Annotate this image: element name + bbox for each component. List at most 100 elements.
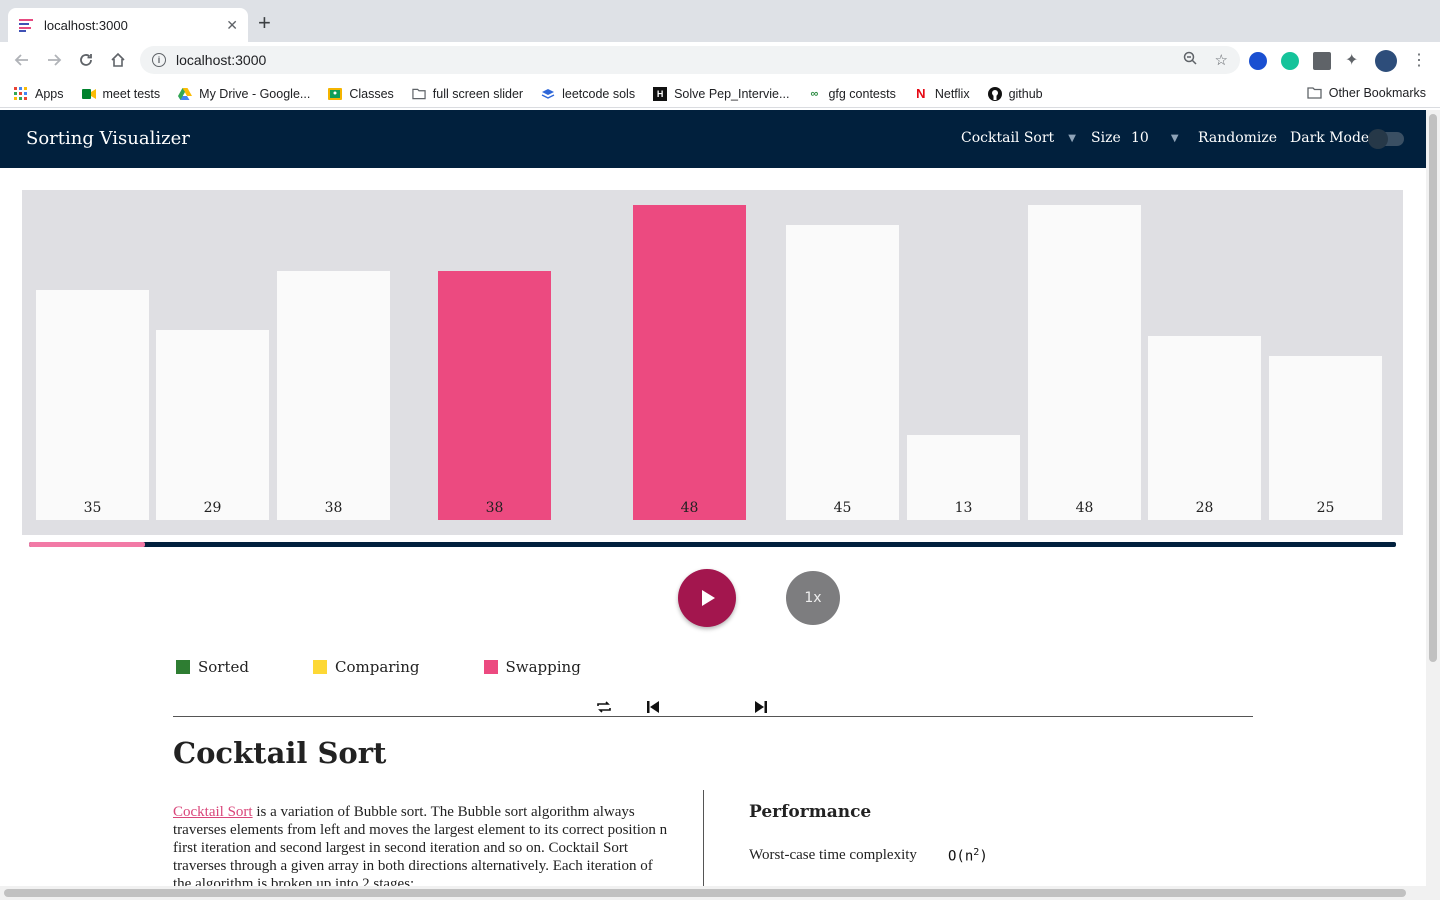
array-bar: 38 (438, 271, 551, 520)
bookmark-my-drive[interactable]: My Drive - Google... (178, 87, 310, 101)
repeat-icon[interactable] (594, 697, 614, 717)
reload-icon[interactable] (76, 50, 96, 70)
dark-mode-toggle[interactable] (1368, 129, 1404, 149)
back-icon[interactable] (12, 50, 32, 70)
legend-swatch (312, 660, 327, 674)
scrollbar-thumb[interactable] (1429, 114, 1437, 662)
bookmark-label: My Drive - Google... (199, 86, 311, 101)
bookmark-solve-pep[interactable]: H Solve Pep_Intervie... (653, 86, 790, 101)
array-bar: 48 (633, 205, 746, 520)
bar-value-label: 25 (1316, 500, 1335, 516)
bookmark-label: Apps (35, 86, 64, 101)
bookmark-apps[interactable]: Apps (14, 86, 64, 101)
bookmark-other[interactable]: Other Bookmarks (1307, 86, 1426, 100)
size-select-value: 10 (1131, 130, 1149, 146)
github-icon (987, 86, 1002, 101)
algorithm-heading: Cocktail Sort (173, 736, 387, 770)
array-bar: 28 (1148, 336, 1261, 520)
bookmark-full-screen-slider[interactable]: full screen slider (412, 87, 523, 101)
app-root: Sorting Visualizer Cocktail Sort ▼ Size … (0, 110, 1426, 886)
bookmark-label: full screen slider (432, 86, 524, 101)
bookmark-classes[interactable]: Classes (328, 86, 394, 101)
play-button[interactable] (678, 569, 736, 627)
scrollbar-thumb[interactable] (4, 889, 1406, 897)
legend-item-comparing: Comparing (312, 658, 420, 676)
algorithm-select-value: Cocktail Sort (961, 130, 1055, 146)
folder-icon (1307, 87, 1322, 99)
bar-value-label: 45 (833, 500, 852, 516)
array-bar: 48 (1028, 205, 1141, 520)
browser-menu-icon[interactable]: ⋮ (1411, 52, 1429, 70)
address-bar[interactable]: i localhost:3000 ☆ (140, 46, 1240, 74)
bookmark-meet-tests[interactable]: meet tests (81, 86, 161, 101)
progress-slider[interactable] (29, 542, 1396, 547)
array-bar: 13 (907, 435, 1020, 520)
play-icon (702, 590, 715, 606)
bookmark-label: Classes (349, 86, 394, 101)
profile-avatar[interactable] (1375, 50, 1397, 72)
bar-value-label: 38 (485, 500, 504, 516)
site-info-icon[interactable]: i (152, 53, 166, 67)
forward-icon[interactable] (44, 50, 64, 70)
browser-toolbar: i localhost:3000 ☆ ✦ ⋮ (0, 42, 1440, 78)
new-tab-icon[interactable]: + (258, 12, 271, 34)
bar-value-label: 35 (83, 500, 102, 516)
bookmark-gfg-contests[interactable]: ∞ gfg contests (807, 87, 896, 101)
bookmark-star-icon[interactable]: ☆ (1215, 51, 1228, 69)
bookmark-label: Netflix (934, 86, 970, 101)
legend-item-swapping: Swapping (483, 658, 581, 676)
bars-chart: 35 29 38 38 48 45 13 48 28 25 (22, 190, 1403, 535)
hackerrank-icon: H (653, 86, 668, 101)
section-divider (173, 716, 1253, 717)
legend-label: Swapping (505, 658, 581, 676)
grammarly-icon[interactable] (1281, 52, 1299, 70)
bar-value-label: 13 (954, 500, 973, 516)
algorithm-link[interactable]: Cocktail Sort (173, 804, 253, 820)
worst-case-value: O(n2) (948, 847, 988, 865)
app-title: Sorting Visualizer (26, 128, 190, 149)
vertical-scrollbar[interactable] (1426, 110, 1440, 900)
algorithm-description: Cocktail Sort is a variation of Bubble s… (173, 803, 673, 886)
algorithm-select[interactable]: Cocktail Sort ▼ (961, 130, 1076, 146)
bookmark-label: meet tests (102, 86, 161, 101)
bar-value-label: 28 (1195, 500, 1214, 516)
bookmark-leetcode-sols[interactable]: leetcode sols (541, 87, 635, 101)
browser-tab[interactable]: localhost:3000 ✕ (8, 8, 248, 42)
randomize-button[interactable]: Randomize (1198, 130, 1277, 146)
zoom-icon[interactable] (1183, 51, 1197, 69)
stack-icon (541, 87, 555, 101)
worst-case-base: O(n (948, 848, 974, 865)
legend-swatch (483, 660, 498, 674)
tab-favicon-icon (19, 19, 33, 32)
chevron-down-icon: ▼ (1170, 132, 1179, 144)
folder-icon (412, 87, 426, 101)
bookmark-netflix[interactable]: N Netflix (914, 86, 970, 101)
step-forward-icon[interactable] (751, 697, 771, 717)
speed-button[interactable]: 1x (786, 571, 840, 625)
array-bar: 25 (1269, 356, 1382, 520)
performance-heading: Performance (749, 802, 872, 822)
legend-item-sorted: Sorted (176, 658, 249, 676)
home-icon[interactable] (108, 50, 128, 70)
gfg-icon: ∞ (810, 87, 819, 100)
progress-fill (29, 542, 146, 547)
bar-value-label: 38 (324, 500, 343, 516)
extension-box-icon[interactable] (1313, 52, 1331, 70)
bookmarks-bar: Apps meet tests My Drive - Google... Cla… (0, 80, 1440, 108)
step-backward-icon[interactable] (643, 697, 663, 717)
tab-title: localhost:3000 (44, 17, 128, 33)
size-select[interactable]: 10 ▼ (1131, 130, 1179, 146)
tab-close-icon[interactable]: ✕ (226, 17, 238, 34)
apps-grid-icon (14, 86, 28, 101)
google-drive-icon (178, 87, 193, 101)
dark-mode-label: Dark Mode (1290, 130, 1370, 146)
app-header: Sorting Visualizer Cocktail Sort ▼ Size … (0, 110, 1426, 168)
bookmark-github[interactable]: github (987, 86, 1043, 101)
extension-a-icon[interactable] (1249, 52, 1267, 70)
horizontal-scrollbar[interactable] (0, 886, 1426, 900)
extensions-puzzle-icon[interactable]: ✦ (1345, 52, 1363, 70)
bookmark-label: Solve Pep_Intervie... (674, 86, 790, 101)
legend: Sorted Comparing Swapping (176, 658, 645, 676)
bookmark-label: github (1008, 86, 1043, 101)
bookmark-label: leetcode sols (562, 86, 636, 101)
